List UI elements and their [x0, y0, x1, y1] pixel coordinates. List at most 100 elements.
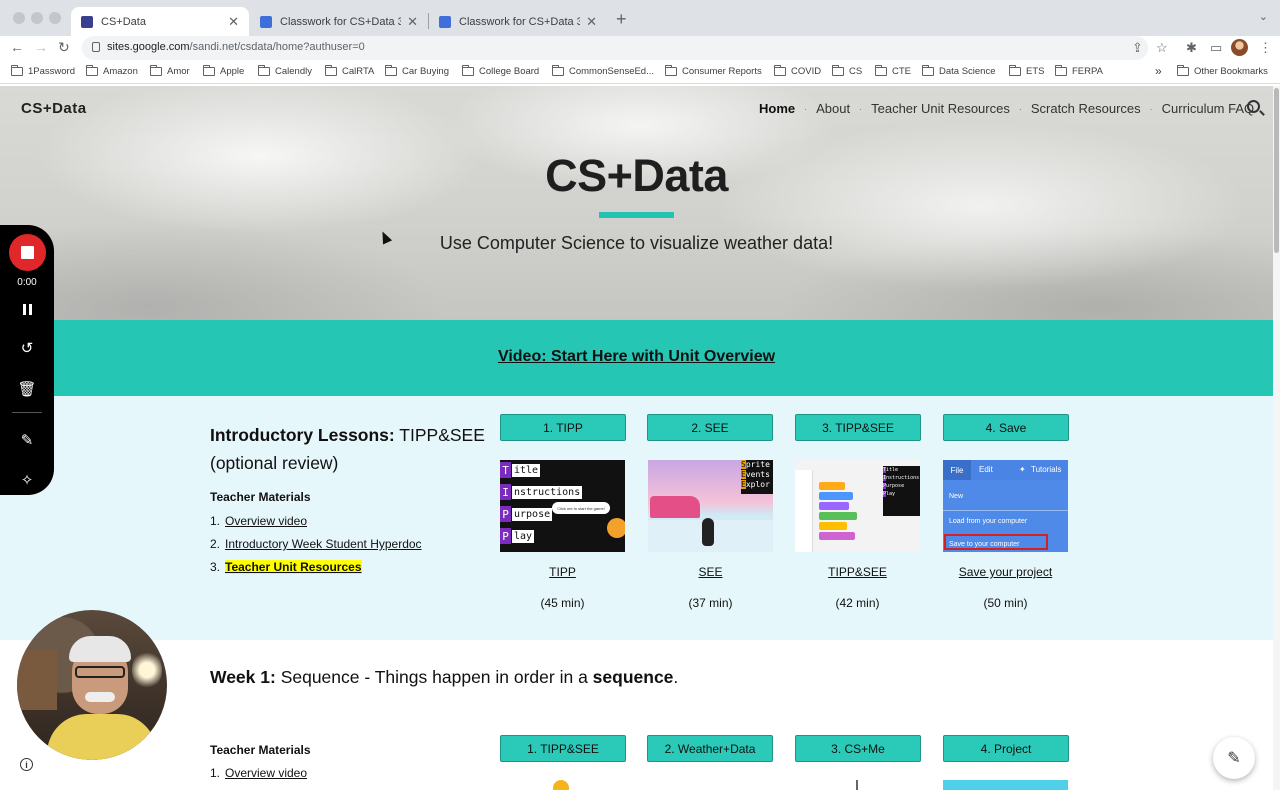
forward-arrow-icon[interactable]: → [34, 39, 48, 55]
lesson-button-save[interactable]: 4. Save [943, 414, 1069, 441]
more-bookmarks-button[interactable]: » [1155, 64, 1162, 78]
bookmark-item[interactable]: Apple [203, 65, 244, 77]
bookmark-item[interactable]: 1Password [11, 65, 75, 77]
nav-scratch-resources[interactable]: Scratch Resources [1031, 101, 1141, 116]
bookmark-star-icon[interactable]: ☆ [1156, 40, 1168, 56]
url-text[interactable]: sites.google.com/sandi.net/csdata/home?a… [107, 41, 365, 53]
lesson-button-tipp[interactable]: 1. TIPP [500, 414, 626, 441]
share-icon[interactable]: ⇪ [1132, 40, 1143, 56]
week1-teacher-materials-list: 1. Overview video [210, 762, 307, 785]
overview-video-link[interactable]: Overview video [225, 514, 307, 528]
browser-tab-active[interactable]: CS+Data ✕ [71, 7, 249, 36]
profile-avatar[interactable] [1231, 39, 1248, 56]
nav-home[interactable]: Home [759, 101, 795, 116]
folder-icon [150, 65, 162, 76]
bookmark-item[interactable]: Consumer Reports [665, 65, 762, 77]
week1-lesson-button-tipp-see[interactable]: 1. TIPP&SEE [500, 735, 626, 762]
info-icon[interactable]: i [20, 758, 33, 771]
scrollbar-thumb[interactable] [1274, 88, 1279, 253]
pen-icon[interactable]: ✎ [0, 431, 54, 449]
folder-icon [665, 65, 677, 76]
bookmark-item[interactable]: FERPA [1055, 65, 1103, 77]
tab-close-icon[interactable]: ✕ [228, 14, 239, 30]
teacher-materials-list: 1. Overview video 2. Introductory Week Stu… [210, 510, 422, 579]
more-menu-icon[interactable]: ⋮ [1259, 40, 1272, 56]
nav-teacher-unit-resources[interactable]: Teacher Unit Resources [871, 101, 1010, 116]
folder-icon [462, 65, 474, 76]
lesson-duration: (42 min) [835, 596, 880, 610]
week1-lesson-button-weather-data[interactable]: 2. Weather+Data [647, 735, 773, 762]
tipp-see-thumbnail[interactable]: Title Instructions Purpose Play [795, 460, 920, 552]
lesson-button-tipp-see[interactable]: 3. TIPP&SEE [795, 414, 921, 441]
week1-lesson-button-project[interactable]: 4. Project [943, 735, 1069, 762]
unit-overview-video-link[interactable]: Video: Start Here with Unit Overview [0, 348, 1273, 366]
teacher-unit-resources-link[interactable]: Teacher Unit Resources [225, 560, 362, 574]
window-close-button[interactable] [13, 12, 25, 24]
webcam-bubble[interactable] [17, 610, 167, 760]
save-project-thumbnail[interactable]: File Edit ✦ Tutorials New Load from your… [943, 460, 1068, 552]
site-logo[interactable]: CS+Data [21, 100, 87, 117]
student-hyperdoc-link[interactable]: Introductory Week Student Hyperdoc [225, 537, 422, 551]
week1-thumbnail[interactable] [856, 780, 858, 790]
bookmark-item[interactable]: CTE [875, 65, 911, 77]
tipp-lesson-link[interactable]: TIPP [500, 565, 625, 579]
trash-icon[interactable]: 🗑 [0, 380, 54, 398]
address-bar[interactable]: sites.google.com/sandi.net/csdata/home?a… [82, 36, 1148, 60]
tab-title: Classwork for CS+Data 3rd Gr [280, 15, 402, 28]
bookmark-item[interactable]: COVID [774, 65, 821, 77]
save-project-link[interactable]: Save your project [943, 565, 1068, 579]
folder-icon [203, 65, 215, 76]
bookmark-item[interactable]: Amor [150, 65, 190, 77]
bookmark-item[interactable]: CalRTA [325, 65, 374, 77]
tab-search-chevron-icon[interactable]: ⌄ [1259, 10, 1268, 23]
week1-lesson-button-cs-me[interactable]: 3. CS+Me [795, 735, 921, 762]
tab-title: CS+Data [101, 15, 146, 28]
folder-icon [1177, 65, 1189, 76]
ice-cream-truck-icon [650, 496, 700, 518]
list-item: 1. Overview video [210, 514, 308, 528]
effects-wand-icon[interactable]: ✧ [0, 471, 54, 489]
bookmark-item[interactable]: Amazon [86, 65, 138, 77]
window-minimize-button[interactable] [31, 12, 43, 24]
bookmark-item[interactable]: College Board [462, 65, 539, 77]
tipp-see-lesson-link[interactable]: TIPP&SEE [795, 565, 920, 579]
back-arrow-icon[interactable]: ← [10, 39, 24, 55]
edit-pencil-button[interactable]: ✎ [1213, 737, 1255, 779]
classroom-favicon-icon [260, 15, 272, 28]
bookmark-item[interactable]: CS [832, 65, 862, 77]
folder-icon [258, 65, 270, 76]
bookmark-item[interactable]: CommonSenseEd... [552, 65, 654, 77]
stop-recording-button[interactable] [9, 234, 46, 271]
tab-close-icon[interactable]: ✕ [407, 14, 418, 30]
browser-tab[interactable]: Classwork for CS+Data 3rd Gr ✕ [429, 7, 607, 36]
restart-icon[interactable]: ↺ [0, 339, 54, 357]
week1-teacher-materials-label: Teacher Materials [210, 743, 311, 757]
nav-about[interactable]: About [816, 101, 850, 116]
browser-toolbar: ← → ↻ sites.google.com/sandi.net/csdata/… [0, 36, 1280, 60]
other-bookmarks[interactable]: Other Bookmarks [1177, 65, 1268, 77]
side-panel-icon[interactable]: ▭ [1210, 40, 1222, 56]
see-thumbnail[interactable]: Sprite Events Explor [648, 460, 773, 552]
bookmark-item[interactable]: Car Buying [385, 65, 449, 77]
tipp-thumbnail[interactable]: Title Instructions Click me to start the… [500, 460, 625, 552]
see-lesson-link[interactable]: SEE [648, 565, 773, 579]
window-zoom-button[interactable] [49, 12, 61, 24]
reload-icon[interactable]: ↻ [58, 39, 70, 56]
site-nav: Home · About · Teacher Unit Resources · … [759, 101, 1254, 116]
search-icon[interactable] [1247, 100, 1260, 113]
bookmark-item[interactable]: Data Science [922, 65, 996, 77]
week1-overview-video-link[interactable]: Overview video [225, 766, 307, 780]
nav-curriculum-faq[interactable]: Curriculum FAQ [1162, 101, 1254, 116]
tab-close-icon[interactable]: ✕ [586, 14, 597, 30]
browser-tab[interactable]: Classwork for CS+Data 3rd Gr ✕ [250, 7, 428, 36]
week1-thumbnail[interactable] [553, 780, 569, 790]
bookmark-item[interactable]: ETS [1009, 65, 1044, 77]
pause-icon[interactable] [23, 304, 32, 315]
bookmark-item[interactable]: Calendly [258, 65, 312, 77]
week1-thumbnail[interactable] [943, 780, 1068, 790]
folder-icon [325, 65, 337, 76]
extensions-puzzle-icon[interactable]: ✱ [1186, 40, 1197, 56]
lesson-duration: (50 min) [983, 596, 1028, 610]
new-tab-button[interactable]: + [616, 9, 627, 30]
lesson-button-see[interactable]: 2. SEE [647, 414, 773, 441]
